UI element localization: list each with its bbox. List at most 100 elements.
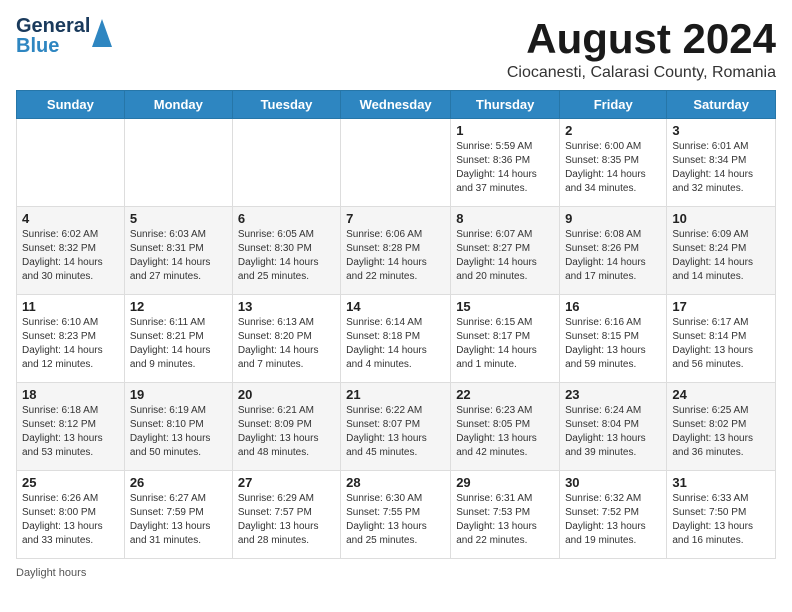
title-block: August 2024 Ciocanesti, Calarasi County,… [507, 16, 776, 82]
day-info: Sunrise: 6:31 AM Sunset: 7:53 PM Dayligh… [456, 492, 554, 548]
calendar-table: SundayMondayTuesdayWednesdayThursdayFrid… [16, 90, 776, 559]
calendar-cell: 27 Sunrise: 6:29 AM Sunset: 7:57 PM Dayli… [232, 471, 340, 559]
day-number: 23 [565, 387, 661, 402]
day-info: Sunrise: 6:08 AM Sunset: 8:26 PM Dayligh… [565, 228, 661, 284]
day-of-week-header: Thursday [451, 91, 560, 119]
calendar-cell: 2 Sunrise: 6:00 AM Sunset: 8:35 PM Daylig… [560, 119, 667, 207]
day-info: Sunrise: 6:13 AM Sunset: 8:20 PM Dayligh… [238, 316, 335, 372]
day-info: Sunrise: 6:23 AM Sunset: 8:05 PM Dayligh… [456, 404, 554, 460]
calendar-cell: 26Sunrise: 6:27 AM Sunset: 7:59 PM Dayli… [124, 471, 232, 559]
calendar-cell: 12 Sunrise: 6:11 AM Sunset: 8:21 PM Dayli… [124, 295, 232, 383]
day-number: 24 [672, 387, 770, 402]
day-number: 21 [346, 387, 445, 402]
footer: Daylight hours [16, 567, 776, 579]
calendar-cell: 4Sunrise: 6:02 AM Sunset: 8:32 PM Daylig… [17, 207, 125, 295]
calendar-header-row: SundayMondayTuesdayWednesdayThursdayFrid… [17, 91, 776, 119]
day-number: 17 [672, 299, 770, 314]
day-number: 4 [22, 211, 119, 226]
day-info: Sunrise: 6:15 AM Sunset: 8:17 PM Dayligh… [456, 316, 554, 372]
day-info: Sunrise: 6:19 AM Sunset: 8:10 PM Dayligh… [130, 404, 227, 460]
calendar-cell: 28Sunrise: 6:30 AM Sunset: 7:55 PM Dayli… [341, 471, 451, 559]
calendar-cell: 13 Sunrise: 6:13 AM Sunset: 8:20 PM Dayli… [232, 295, 340, 383]
day-info: Sunrise: 6:27 AM Sunset: 7:59 PM Dayligh… [130, 492, 227, 548]
calendar-cell: 14 Sunrise: 6:14 AM Sunset: 8:18 PM Dayli… [341, 295, 451, 383]
day-number: 30 [565, 475, 661, 490]
calendar-cell [232, 119, 340, 207]
day-number: 10 [672, 211, 770, 226]
day-info: Sunrise: 6:00 AM Sunset: 8:35 PM Dayligh… [565, 140, 661, 196]
day-number: 22 [456, 387, 554, 402]
day-number: 1 [456, 123, 554, 138]
calendar-cell: 17 Sunrise: 6:17 AM Sunset: 8:14 PM Dayli… [667, 295, 776, 383]
day-info: Sunrise: 6:18 AM Sunset: 8:12 PM Dayligh… [22, 404, 119, 460]
calendar-cell [341, 119, 451, 207]
day-number: 27 [238, 475, 335, 490]
day-info: Sunrise: 6:26 AM Sunset: 8:00 PM Dayligh… [22, 492, 119, 548]
day-info: Sunrise: 6:16 AM Sunset: 8:15 PM Dayligh… [565, 316, 661, 372]
logo-text: General Blue [16, 16, 90, 56]
calendar-week-row: 18 Sunrise: 6:18 AM Sunset: 8:12 PM Dayli… [17, 383, 776, 471]
calendar-cell [17, 119, 125, 207]
day-of-week-header: Monday [124, 91, 232, 119]
day-info: Sunrise: 6:17 AM Sunset: 8:14 PM Dayligh… [672, 316, 770, 372]
day-number: 28 [346, 475, 445, 490]
calendar-cell: 3 Sunrise: 6:01 AM Sunset: 8:34 PM Daylig… [667, 119, 776, 207]
calendar-cell: 19Sunrise: 6:19 AM Sunset: 8:10 PM Dayli… [124, 383, 232, 471]
calendar-cell: 7 Sunrise: 6:06 AM Sunset: 8:28 PM Daylig… [341, 207, 451, 295]
logo-general: General [16, 16, 90, 36]
calendar-week-row: 25 Sunrise: 6:26 AM Sunset: 8:00 PM Dayli… [17, 471, 776, 559]
day-info: Sunrise: 6:09 AM Sunset: 8:24 PM Dayligh… [672, 228, 770, 284]
day-info: Sunrise: 6:29 AM Sunset: 7:57 PM Dayligh… [238, 492, 335, 548]
calendar-cell: 10 Sunrise: 6:09 AM Sunset: 8:24 PM Dayli… [667, 207, 776, 295]
day-info: Sunrise: 6:06 AM Sunset: 8:28 PM Dayligh… [346, 228, 445, 284]
day-number: 7 [346, 211, 445, 226]
calendar-cell: 25 Sunrise: 6:26 AM Sunset: 8:00 PM Dayli… [17, 471, 125, 559]
day-number: 5 [130, 211, 227, 226]
day-info: Sunrise: 6:14 AM Sunset: 8:18 PM Dayligh… [346, 316, 445, 372]
calendar-cell: 8 Sunrise: 6:07 AM Sunset: 8:27 PM Daylig… [451, 207, 560, 295]
day-number: 20 [238, 387, 335, 402]
day-number: 13 [238, 299, 335, 314]
daylight-label: Daylight hours [16, 567, 86, 579]
calendar-week-row: 1Sunrise: 5:59 AM Sunset: 8:36 PM Daylig… [17, 119, 776, 207]
day-number: 18 [22, 387, 119, 402]
logo-icon [92, 19, 112, 47]
logo: General Blue [16, 16, 112, 56]
calendar-cell: 29 Sunrise: 6:31 AM Sunset: 7:53 PM Dayli… [451, 471, 560, 559]
calendar-cell: 21 Sunrise: 6:22 AM Sunset: 8:07 PM Dayli… [341, 383, 451, 471]
calendar-cell: 6 Sunrise: 6:05 AM Sunset: 8:30 PM Daylig… [232, 207, 340, 295]
day-info: Sunrise: 6:01 AM Sunset: 8:34 PM Dayligh… [672, 140, 770, 196]
day-number: 6 [238, 211, 335, 226]
day-number: 25 [22, 475, 119, 490]
calendar-week-row: 11Sunrise: 6:10 AM Sunset: 8:23 PM Dayli… [17, 295, 776, 383]
day-number: 12 [130, 299, 227, 314]
day-number: 16 [565, 299, 661, 314]
day-number: 3 [672, 123, 770, 138]
day-info: Sunrise: 6:24 AM Sunset: 8:04 PM Dayligh… [565, 404, 661, 460]
calendar-week-row: 4Sunrise: 6:02 AM Sunset: 8:32 PM Daylig… [17, 207, 776, 295]
day-info: Sunrise: 6:22 AM Sunset: 8:07 PM Dayligh… [346, 404, 445, 460]
main-title: August 2024 [507, 16, 776, 62]
day-info: Sunrise: 6:05 AM Sunset: 8:30 PM Dayligh… [238, 228, 335, 284]
day-of-week-header: Wednesday [341, 91, 451, 119]
day-number: 14 [346, 299, 445, 314]
day-number: 11 [22, 299, 119, 314]
day-info: Sunrise: 6:21 AM Sunset: 8:09 PM Dayligh… [238, 404, 335, 460]
calendar-cell: 24Sunrise: 6:25 AM Sunset: 8:02 PM Dayli… [667, 383, 776, 471]
day-of-week-header: Sunday [17, 91, 125, 119]
day-number: 8 [456, 211, 554, 226]
calendar-cell [124, 119, 232, 207]
calendar-cell: 15Sunrise: 6:15 AM Sunset: 8:17 PM Dayli… [451, 295, 560, 383]
calendar-cell: 5Sunrise: 6:03 AM Sunset: 8:31 PM Daylig… [124, 207, 232, 295]
calendar-cell: 16 Sunrise: 6:16 AM Sunset: 8:15 PM Dayli… [560, 295, 667, 383]
subtitle: Ciocanesti, Calarasi County, Romania [507, 64, 776, 82]
logo-blue: Blue [16, 36, 90, 56]
day-number: 29 [456, 475, 554, 490]
day-number: 9 [565, 211, 661, 226]
day-info: Sunrise: 6:07 AM Sunset: 8:27 PM Dayligh… [456, 228, 554, 284]
day-of-week-header: Saturday [667, 91, 776, 119]
day-number: 2 [565, 123, 661, 138]
day-info: Sunrise: 6:11 AM Sunset: 8:21 PM Dayligh… [130, 316, 227, 372]
calendar-cell: 9 Sunrise: 6:08 AM Sunset: 8:26 PM Daylig… [560, 207, 667, 295]
day-of-week-header: Friday [560, 91, 667, 119]
